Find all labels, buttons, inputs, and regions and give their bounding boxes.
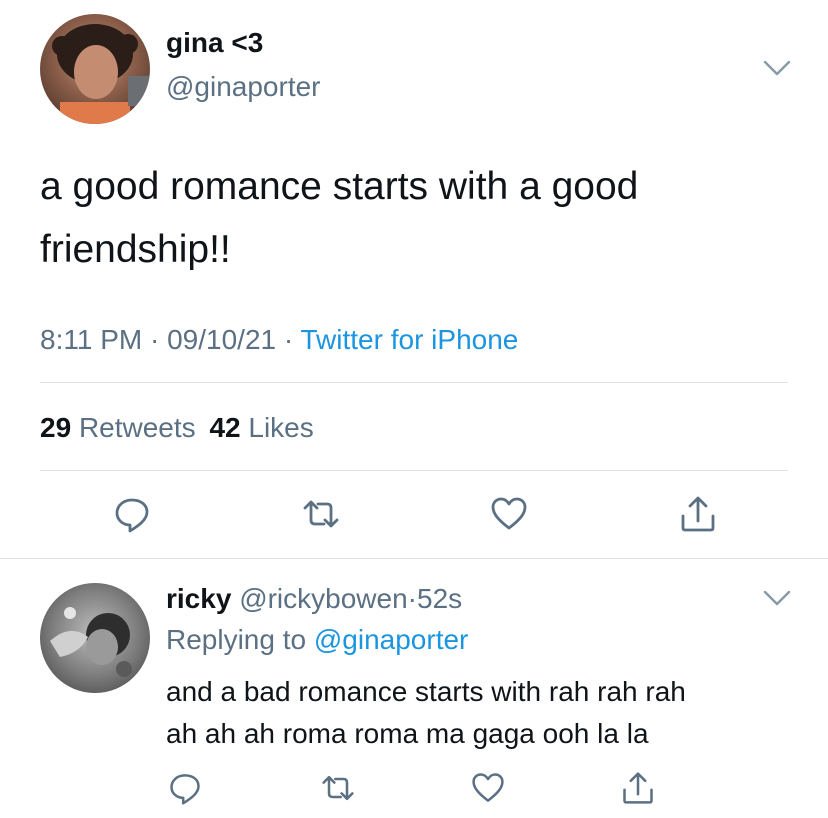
chevron-down-icon (763, 60, 791, 76)
replying-to: Replying to @ginaporter (166, 623, 468, 657)
replying-to-prefix: Replying to (166, 624, 307, 655)
likes-stat[interactable]: 42 Likes (209, 412, 313, 443)
reply-text-line-1: and a bad romance starts with rah rah ra… (166, 676, 686, 707)
reply-more-button[interactable] (760, 586, 794, 615)
avatar-photo-icon (50, 607, 132, 677)
reply-text-line-2: ah ah ah roma roma ma gaga ooh la la (166, 718, 649, 749)
reply-share-button[interactable] (613, 766, 663, 810)
likes-count: 42 (209, 412, 241, 443)
reply-icon (115, 498, 149, 533)
retweets-stat[interactable]: 29 Retweets (40, 412, 203, 443)
retweet-button[interactable] (296, 492, 346, 536)
divider (40, 382, 788, 383)
main-tweet-more-button[interactable] (760, 56, 794, 85)
tweet-date[interactable]: 09/10/21 (167, 324, 276, 355)
heart-icon (491, 497, 527, 530)
avatar-photo-icon (52, 24, 150, 124)
share-icon (681, 496, 715, 532)
meta-separator: · (283, 324, 294, 355)
reply-retweet-button[interactable] (313, 766, 363, 810)
reply-age[interactable]: 52s (417, 583, 462, 614)
share-button[interactable] (673, 492, 723, 536)
reply-header: ricky @rickybowen·52s (166, 582, 462, 616)
divider (0, 558, 828, 559)
meta-separator: · (407, 583, 417, 614)
heart-icon (472, 773, 504, 802)
chevron-down-icon (763, 590, 791, 606)
retweets-count: 29 (40, 412, 72, 443)
main-tweet-handle[interactable]: @ginaporter (166, 70, 321, 104)
likes-label: Likes (248, 412, 314, 443)
engagement-stats: 29 Retweets 42 Likes (40, 410, 314, 446)
main-tweet-text-line-2: friendship!! (40, 228, 231, 271)
tweet-source-link[interactable]: Twitter for iPhone (300, 324, 518, 355)
reply-button[interactable] (107, 492, 157, 536)
divider (40, 470, 788, 471)
main-tweet-meta: 8:11 PM · 09/10/21 · Twitter for iPhone (40, 322, 518, 358)
like-button[interactable] (484, 492, 534, 536)
reply-reply-button[interactable] (160, 766, 210, 810)
reply-icon (170, 774, 200, 805)
reply-like-button[interactable] (463, 766, 513, 810)
replying-to-handle[interactable]: @ginaporter (314, 624, 469, 655)
retweet-icon (322, 775, 354, 801)
main-tweet-avatar[interactable] (40, 14, 150, 124)
reply-handle[interactable]: @rickybowen (239, 583, 407, 614)
reply-display-name[interactable]: ricky (166, 583, 231, 614)
retweet-icon (303, 500, 339, 528)
retweets-label: Retweets (78, 412, 196, 443)
tweet-time[interactable]: 8:11 PM (40, 324, 142, 355)
meta-separator: · (149, 324, 160, 355)
main-tweet-text-line-1: a good romance starts with a good (40, 165, 639, 208)
reply-avatar[interactable] (40, 583, 150, 693)
share-icon (623, 772, 653, 804)
main-tweet-display-name[interactable]: gina <3 (166, 26, 263, 60)
